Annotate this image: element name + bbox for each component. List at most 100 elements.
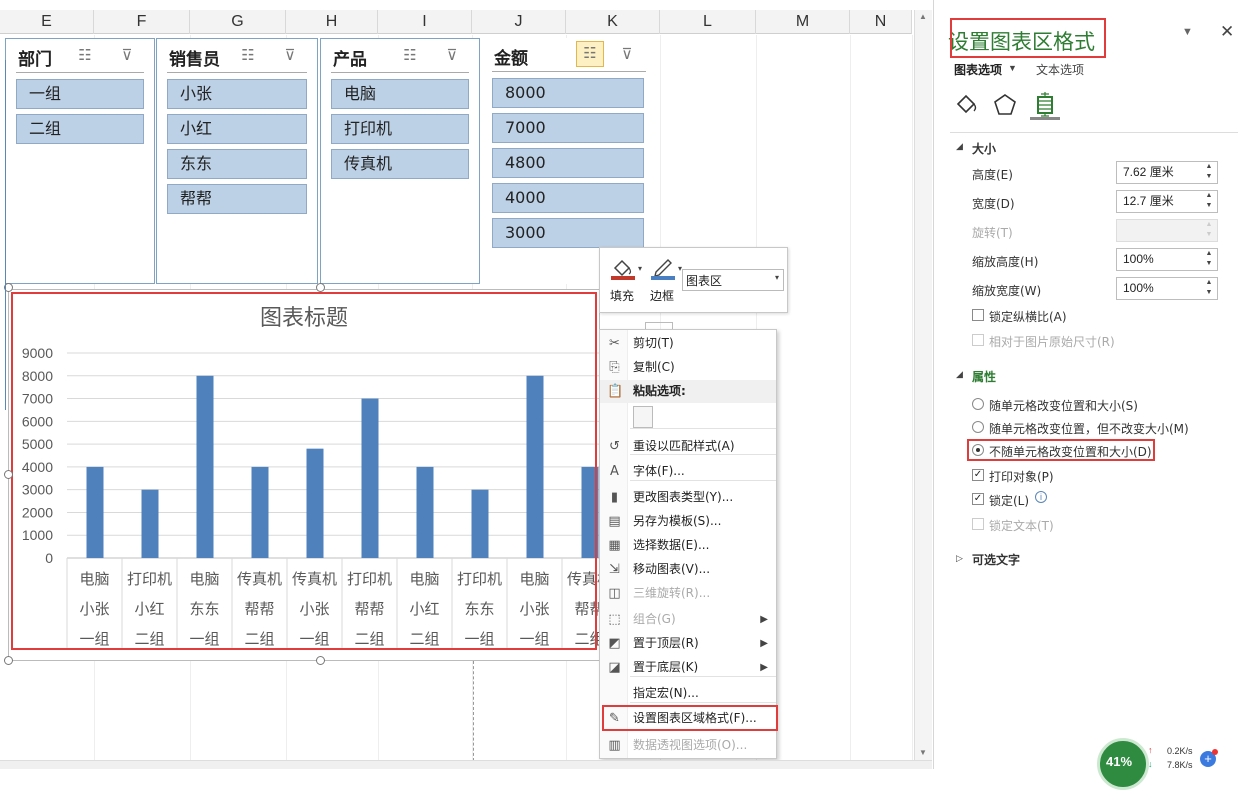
spinner-arrows-icon[interactable]: ▲ ▼ — [1203, 278, 1215, 299]
tab-text-options[interactable]: 文本选项 — [1036, 61, 1084, 78]
context-menu-item[interactable]: ✂ 剪切(T) — [600, 332, 776, 355]
clear-filter-icon[interactable]: ⊽ — [281, 47, 299, 65]
context-menu-item-label: 选择数据(E)... — [633, 538, 710, 552]
column-header-i[interactable]: I — [378, 10, 472, 34]
chart-element-value: 图表区 — [686, 274, 723, 288]
locked-checkbox[interactable]: ✓ — [972, 493, 984, 505]
slicer-title: 产品 — [333, 50, 367, 70]
column-header-m[interactable]: M — [756, 10, 850, 34]
pane-options-dropdown-icon[interactable]: ▼ — [1182, 26, 1193, 38]
tab-chart-options[interactable]: 图表选项 — [954, 61, 1002, 78]
slicer-item[interactable]: 一组 — [16, 79, 144, 109]
chart-resize-handle[interactable] — [316, 283, 325, 292]
clear-filter-icon[interactable]: ⊽ — [443, 47, 461, 65]
fill-line-icon[interactable] — [954, 92, 980, 118]
slicer-item[interactable]: 小张 — [167, 79, 307, 109]
paste-keep-icon[interactable] — [633, 406, 653, 428]
size-section-title[interactable]: 大小 — [972, 140, 996, 157]
close-icon[interactable]: ✕ — [1220, 22, 1234, 42]
spinner-arrows-icon[interactable]: ▲ ▼ — [1203, 191, 1215, 212]
spinner-arrows-icon[interactable]: ▲ ▼ — [1203, 249, 1215, 270]
print-object-checkbox[interactable]: ✓ — [972, 469, 984, 481]
alt-text-section-toggle-icon[interactable]: ▷ — [956, 553, 963, 564]
context-menu-item[interactable]: ▤ 另存为模板(S)... — [600, 510, 776, 533]
paint-bucket-icon — [611, 259, 635, 280]
context-menu-item[interactable]: ◩ 置于顶层(R) ▶ — [600, 632, 776, 655]
scale-width-input[interactable]: 100% ▲ ▼ — [1116, 277, 1218, 300]
clear-filter-icon[interactable]: ⊽ — [618, 46, 636, 64]
slicer-item[interactable]: 7000 — [492, 113, 644, 143]
grid-column-line — [850, 35, 851, 760]
slicer-item[interactable]: 二组 — [16, 114, 144, 144]
scroll-up-icon[interactable]: ▲ — [919, 12, 927, 21]
size-section-toggle-icon[interactable]: ◢ — [956, 141, 963, 152]
column-header-h[interactable]: H — [286, 10, 378, 34]
notification-dot-icon — [1212, 749, 1218, 755]
context-menu-item[interactable]: ⇲ 移动图表(V)... — [600, 558, 776, 581]
multi-select-icon[interactable]: ☷ — [401, 47, 419, 65]
context-menu-item[interactable]: 📋 粘贴选项: — [600, 380, 776, 403]
context-menu-item-label: 粘贴选项: — [633, 384, 686, 398]
context-menu-item[interactable]: ▦ 选择数据(E)... — [600, 534, 776, 557]
slicer-item[interactable]: 3000 — [492, 218, 644, 248]
column-header-j[interactable]: J — [472, 10, 566, 34]
chart-resize-handle[interactable] — [4, 656, 13, 665]
width-input[interactable]: 12.7 厘米 ▲ ▼ — [1116, 190, 1218, 213]
menu-separator — [630, 480, 776, 481]
multi-select-icon[interactable]: ☷ — [576, 41, 604, 67]
slicer-item[interactable]: 传真机 — [331, 149, 469, 179]
fill-button[interactable]: ▾ 填充 — [608, 254, 642, 306]
slicer-item[interactable]: 打印机 — [331, 114, 469, 144]
cpu-usage-badge[interactable]: 41% — [1097, 738, 1149, 790]
scale-width-value: 100% — [1123, 281, 1154, 295]
multi-select-icon[interactable]: ☷ — [76, 47, 94, 65]
scale-height-input[interactable]: 100% ▲ ▼ — [1116, 248, 1218, 271]
radio-move-and-size[interactable] — [972, 398, 984, 410]
lock-aspect-checkbox[interactable] — [972, 309, 984, 321]
slicer-item[interactable]: 东东 — [167, 149, 307, 179]
height-input[interactable]: 7.62 厘米 ▲ ▼ — [1116, 161, 1218, 184]
pivot-options-icon: ▥ — [608, 738, 621, 753]
alt-text-section-title[interactable]: 可选文字 — [972, 551, 1020, 568]
slicer-divider — [167, 72, 307, 73]
chart-element-select[interactable]: 图表区 ▾ — [682, 269, 784, 291]
slicer-item[interactable]: 电脑 — [331, 79, 469, 109]
column-header-n[interactable]: N — [850, 10, 912, 34]
clear-filter-icon[interactable]: ⊽ — [118, 47, 136, 65]
slicer-item[interactable]: 帮帮 — [167, 184, 307, 214]
fill-dropdown-icon[interactable]: ▾ — [638, 264, 642, 273]
chart-resize-handle[interactable] — [316, 656, 325, 665]
column-header-g[interactable]: G — [190, 10, 286, 34]
context-menu-item[interactable]: ▮ 更改图表类型(Y)... — [600, 486, 776, 509]
download-arrow-icon: ↓ — [1148, 759, 1153, 769]
properties-section-title[interactable]: 属性 — [972, 368, 996, 385]
upload-speed: 0.2K/s — [1167, 746, 1193, 756]
border-button[interactable]: ▾ 边框 — [648, 254, 682, 306]
column-header-e[interactable]: E — [0, 10, 94, 34]
group-icon: ⬚ — [608, 612, 621, 627]
properties-section-toggle-icon[interactable]: ◢ — [956, 369, 963, 380]
size-properties-tab[interactable] — [1030, 90, 1060, 120]
column-header-l[interactable]: L — [660, 10, 756, 34]
slicer-item[interactable]: 4000 — [492, 183, 644, 213]
grid-column-line — [912, 35, 913, 760]
info-icon[interactable]: i — [1035, 491, 1047, 503]
scroll-down-icon[interactable]: ▼ — [919, 748, 927, 757]
slicer-item[interactable]: 小红 — [167, 114, 307, 144]
spinner-arrows-icon[interactable]: ▲ ▼ — [1203, 162, 1215, 183]
chevron-down-icon[interactable]: ▾ — [775, 273, 779, 282]
slicer-item[interactable]: 8000 — [492, 78, 644, 108]
slicer-item[interactable]: 4800 — [492, 148, 644, 178]
vertical-scrollbar[interactable]: ▲ ▼ — [914, 10, 932, 760]
tab-chart-options-chevron-icon[interactable]: ▼ — [1008, 63, 1017, 73]
mini-toolbar: ▾ 填充 ▾ 边框 图表区 ▾ — [599, 247, 788, 313]
column-header-f[interactable]: F — [94, 10, 190, 34]
context-menu-item[interactable]: ⎘ 复制(C) — [600, 356, 776, 379]
context-menu-item-label: 置于顶层(R) — [633, 636, 699, 650]
multi-select-icon[interactable]: ☷ — [239, 47, 257, 65]
chart-resize-handle[interactable] — [4, 470, 13, 479]
radio-move-no-size[interactable] — [972, 421, 984, 433]
horizontal-scrollbar[interactable] — [0, 760, 932, 769]
effects-icon[interactable] — [992, 92, 1018, 118]
column-header-k[interactable]: K — [566, 10, 660, 34]
